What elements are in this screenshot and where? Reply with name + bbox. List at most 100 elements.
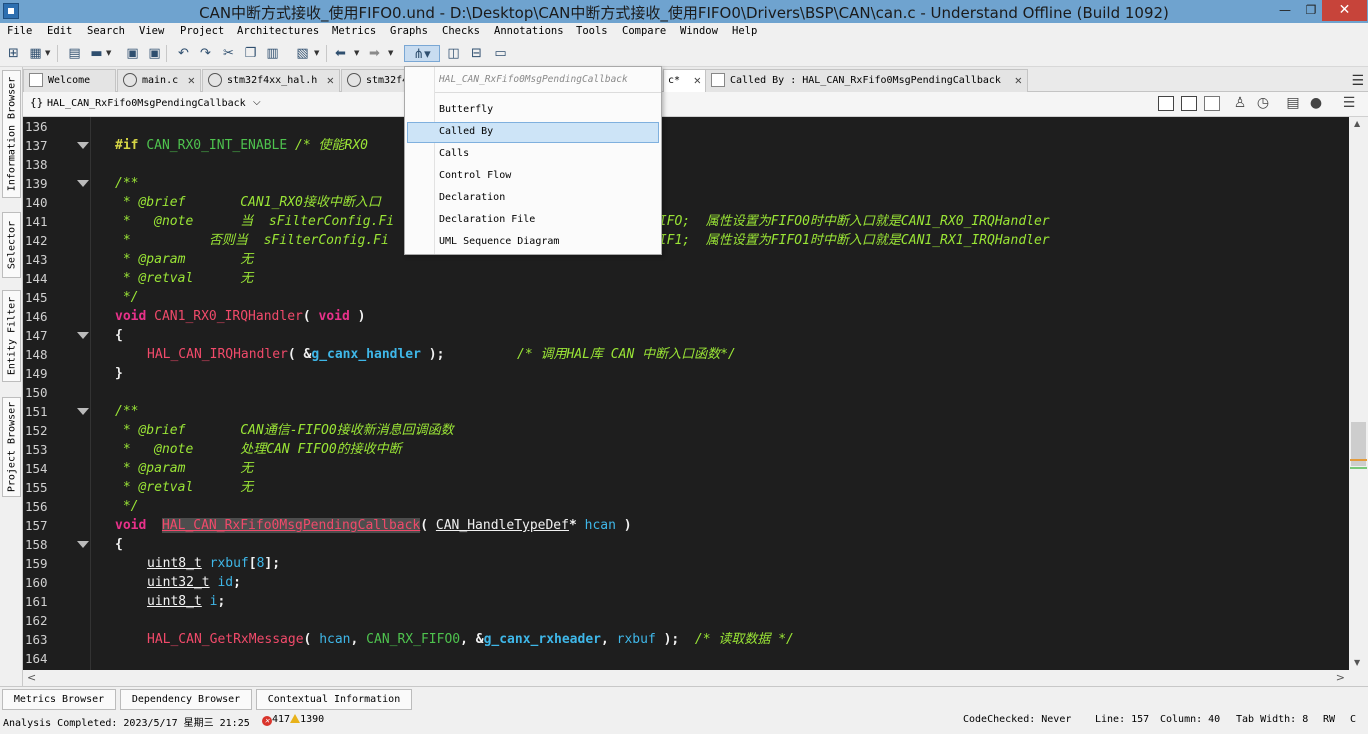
menu-help[interactable]: Help [732,25,757,37]
comment-icon[interactable]: ● [1308,96,1324,111]
split-horizontal-icon[interactable]: ⊟ [468,45,485,62]
scope-braces-icon: {} [30,96,44,109]
tab-called-by[interactable]: Called By : HAL_CAN_RxFifo0MsgPendingCal… [705,69,1028,92]
code-line-155: * @retval 无 [115,480,254,495]
cut-icon[interactable]: ✂ [220,45,237,62]
tab-entity-filter[interactable]: Entity Filter [2,290,21,382]
menu-graphs[interactable]: Graphs [390,25,428,37]
undo-icon[interactable]: ↶ [175,45,192,62]
clipboard-icon[interactable]: ▧ [294,45,311,62]
scroll-left-icon[interactable]: < [27,671,36,684]
cursor-column: Column: 40 [1160,714,1221,725]
save-icon[interactable]: ▣ [124,45,141,62]
line-number: 157 [25,518,48,533]
menu-checks[interactable]: Checks [442,25,480,37]
close-icon[interactable]: ✕ [188,70,195,91]
close-icon[interactable]: ✕ [694,70,701,91]
error-count[interactable]: ✕ 417 1390 [262,714,324,726]
tab-information-browser[interactable]: Information Browser [2,70,21,198]
single-pane-icon[interactable]: ▭ [492,45,509,62]
minimize-button[interactable]: — [1272,0,1298,21]
tab-contextual-information[interactable]: Contextual Information [256,689,412,710]
menu-window[interactable]: Window [680,25,718,37]
split-vertical-icon[interactable] [1158,96,1174,111]
menu-metrics[interactable]: Metrics [332,25,376,37]
tab-can-c[interactable]: c* ✕ [663,69,707,92]
line-number: 138 [25,157,48,172]
menu-view[interactable]: View [139,25,164,37]
menu-item-called-by[interactable]: Called By [407,122,659,143]
line-number: 139 [25,176,48,191]
horizontal-scrollbar[interactable]: < > [23,670,1349,686]
new-project-icon[interactable]: ⊞ [5,45,22,62]
menu-compare[interactable]: Compare [622,25,666,37]
code-line-142: * 否则当 sFilterConfig.Fi FIF1; 属性设置为FIFO1时中… [115,233,1050,248]
copy-icon[interactable]: ❐ [242,45,259,62]
tab-stm32f4[interactable]: stm32f4 [341,69,405,92]
chevron-down-icon[interactable]: ▼ [314,45,321,62]
tab-list-menu-icon[interactable]: ☰ [1351,73,1364,89]
tab-main-c[interactable]: main.c ✕ [117,69,201,92]
menu-search[interactable]: Search [87,25,125,37]
open-folder-icon[interactable]: ▬ [88,45,105,62]
chevron-down-icon[interactable]: ⌵ [253,97,261,108]
close-icon[interactable]: ✕ [1015,70,1022,91]
chevron-down-icon[interactable]: ▼ [388,45,395,62]
scope-label[interactable]: HAL_CAN_RxFifo0MsgPendingCallback [47,98,246,109]
chevron-down-icon[interactable]: ▼ [45,45,52,62]
document-icon[interactable]: ▤ [1285,96,1301,111]
code-editor[interactable]: #if CAN_RX0_INT_ENABLE /* 使能RX0 /** * @b… [91,117,1349,670]
scroll-down-icon[interactable]: ▼ [1354,658,1360,667]
menu-item-declaration-file[interactable]: Declaration File [407,210,659,231]
new-file-icon[interactable]: ▤ [66,45,83,62]
menu-icon[interactable]: ☰ [1341,96,1357,111]
tab-dependency-browser[interactable]: Dependency Browser [120,689,252,710]
fold-arrow-icon[interactable] [77,180,89,187]
code-line-139: /** [115,176,139,191]
tab-metrics-browser[interactable]: Metrics Browser [2,689,116,710]
tab-stm32f4xx-hal-h[interactable]: stm32f4xx_hal.h ✕ [202,69,340,92]
redo-icon[interactable]: ↷ [197,45,214,62]
paste-icon[interactable]: ▥ [264,45,281,62]
menu-item-uml-sequence-diagram[interactable]: UML Sequence Diagram [407,232,659,253]
scroll-right-icon[interactable]: > [1336,671,1345,684]
chevron-down-icon[interactable]: ▼ [106,45,113,62]
user-icon[interactable]: ♙ [1232,96,1248,111]
menu-tools[interactable]: Tools [576,25,608,37]
menu-file[interactable]: File [7,25,32,37]
fold-arrow-icon[interactable] [77,408,89,415]
tab-selector[interactable]: Selector [2,212,21,278]
menu-architectures[interactable]: Architectures [237,25,319,37]
single-pane-icon[interactable] [1204,96,1220,111]
graph-icon[interactable]: ⋔▾ [404,45,440,62]
scroll-up-icon[interactable]: ▲ [1354,119,1360,128]
chevron-down-icon[interactable]: ▼ [354,45,361,62]
history-icon[interactable]: ◷ [1255,96,1271,111]
book-icon[interactable]: ▦ [27,45,44,62]
split-vertical-icon[interactable]: ◫ [445,45,462,62]
menu-item-declaration[interactable]: Declaration [407,188,659,209]
code-line-149: } [115,366,123,381]
tab-project-browser[interactable]: Project Browser [2,397,21,497]
menu-annotations[interactable]: Annotations [494,25,564,37]
line-number: 152 [25,423,48,438]
code-line-148: HAL_CAN_IRQHandler( &g_canx_handler );/*… [147,347,736,362]
menu-edit[interactable]: Edit [47,25,72,37]
menu-item-control-flow[interactable]: Control Flow [407,166,659,187]
forward-arrow-icon[interactable]: ➡ [366,45,383,62]
vertical-scrollbar[interactable]: ▲ ▼ [1349,117,1368,670]
fold-arrow-icon[interactable] [77,541,89,548]
fold-arrow-icon[interactable] [77,142,89,149]
save-all-icon[interactable]: ▣ [146,45,163,62]
close-button[interactable]: ✕ [1322,0,1367,21]
back-arrow-icon[interactable]: ⬅ [332,45,349,62]
close-icon[interactable]: ✕ [327,70,334,91]
fold-arrow-icon[interactable] [77,332,89,339]
restore-button[interactable]: ❐ [1298,0,1324,21]
menu-project[interactable]: Project [180,25,224,37]
menu-item-calls[interactable]: Calls [407,144,659,165]
tab-welcome[interactable]: Welcome [23,69,116,92]
menu-item-butterfly[interactable]: Butterfly [407,100,659,121]
split-horizontal-icon[interactable] [1181,96,1197,111]
code-line-157: void HAL_CAN_RxFifo0MsgPendingCallback( … [115,518,632,533]
